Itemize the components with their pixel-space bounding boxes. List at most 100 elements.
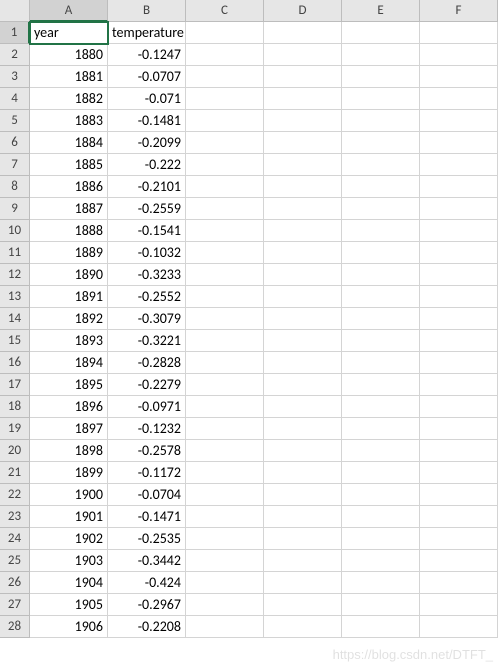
cell-A6[interactable]: 1884 (30, 132, 108, 154)
cell-D21[interactable] (264, 462, 342, 484)
cell-F19[interactable] (420, 418, 498, 440)
cell-C19[interactable] (186, 418, 264, 440)
cell-F25[interactable] (420, 550, 498, 572)
cell-D4[interactable] (264, 88, 342, 110)
cell-C14[interactable] (186, 308, 264, 330)
cell-D6[interactable] (264, 132, 342, 154)
cell-D7[interactable] (264, 154, 342, 176)
row-header-6[interactable]: 6 (0, 132, 30, 154)
cell-A18[interactable]: 1896 (30, 396, 108, 418)
cell-E25[interactable] (342, 550, 420, 572)
cell-D23[interactable] (264, 506, 342, 528)
cell-F26[interactable] (420, 572, 498, 594)
cell-F27[interactable] (420, 594, 498, 616)
cell-E17[interactable] (342, 374, 420, 396)
cell-A27[interactable]: 1905 (30, 594, 108, 616)
cell-F17[interactable] (420, 374, 498, 396)
cell-C24[interactable] (186, 528, 264, 550)
cell-A28[interactable]: 1906 (30, 616, 108, 638)
cell-C27[interactable] (186, 594, 264, 616)
row-header-20[interactable]: 20 (0, 440, 30, 462)
cell-B5[interactable]: -0.1481 (108, 110, 186, 132)
cell-F24[interactable] (420, 528, 498, 550)
cell-C10[interactable] (186, 220, 264, 242)
spreadsheet-grid[interactable]: ABCDEF1yeartemperature21880-0.124731881-… (0, 0, 501, 638)
row-header-2[interactable]: 2 (0, 44, 30, 66)
cell-C20[interactable] (186, 440, 264, 462)
column-header-D[interactable]: D (264, 0, 342, 22)
cell-B22[interactable]: -0.0704 (108, 484, 186, 506)
cell-A12[interactable]: 1890 (30, 264, 108, 286)
cell-B21[interactable]: -0.1172 (108, 462, 186, 484)
cell-F15[interactable] (420, 330, 498, 352)
cell-A16[interactable]: 1894 (30, 352, 108, 374)
cell-D28[interactable] (264, 616, 342, 638)
cell-A7[interactable]: 1885 (30, 154, 108, 176)
cell-A26[interactable]: 1904 (30, 572, 108, 594)
row-header-14[interactable]: 14 (0, 308, 30, 330)
cell-F8[interactable] (420, 176, 498, 198)
cell-A8[interactable]: 1886 (30, 176, 108, 198)
cell-D9[interactable] (264, 198, 342, 220)
row-header-16[interactable]: 16 (0, 352, 30, 374)
row-header-27[interactable]: 27 (0, 594, 30, 616)
cell-A15[interactable]: 1893 (30, 330, 108, 352)
cell-A24[interactable]: 1902 (30, 528, 108, 550)
cell-F5[interactable] (420, 110, 498, 132)
cell-F20[interactable] (420, 440, 498, 462)
row-header-9[interactable]: 9 (0, 198, 30, 220)
row-header-23[interactable]: 23 (0, 506, 30, 528)
cell-E10[interactable] (342, 220, 420, 242)
cell-E21[interactable] (342, 462, 420, 484)
cell-B3[interactable]: -0.0707 (108, 66, 186, 88)
cell-E3[interactable] (342, 66, 420, 88)
cell-E1[interactable] (342, 22, 420, 44)
cell-A22[interactable]: 1900 (30, 484, 108, 506)
cell-D19[interactable] (264, 418, 342, 440)
cell-A11[interactable]: 1889 (30, 242, 108, 264)
cell-D24[interactable] (264, 528, 342, 550)
cell-A23[interactable]: 1901 (30, 506, 108, 528)
select-all-corner[interactable] (0, 0, 30, 22)
cell-D1[interactable] (264, 22, 342, 44)
cell-D2[interactable] (264, 44, 342, 66)
cell-F3[interactable] (420, 66, 498, 88)
cell-E2[interactable] (342, 44, 420, 66)
row-header-19[interactable]: 19 (0, 418, 30, 440)
cell-C4[interactable] (186, 88, 264, 110)
cell-D25[interactable] (264, 550, 342, 572)
cell-F9[interactable] (420, 198, 498, 220)
cell-D27[interactable] (264, 594, 342, 616)
cell-B20[interactable]: -0.2578 (108, 440, 186, 462)
cell-C16[interactable] (186, 352, 264, 374)
cell-B25[interactable]: -0.3442 (108, 550, 186, 572)
cell-B13[interactable]: -0.2552 (108, 286, 186, 308)
column-header-C[interactable]: C (186, 0, 264, 22)
row-header-13[interactable]: 13 (0, 286, 30, 308)
cell-F6[interactable] (420, 132, 498, 154)
cell-B9[interactable]: -0.2559 (108, 198, 186, 220)
cell-B16[interactable]: -0.2828 (108, 352, 186, 374)
cell-E26[interactable] (342, 572, 420, 594)
cell-E23[interactable] (342, 506, 420, 528)
row-header-22[interactable]: 22 (0, 484, 30, 506)
cell-B15[interactable]: -0.3221 (108, 330, 186, 352)
cell-F12[interactable] (420, 264, 498, 286)
cell-A19[interactable]: 1897 (30, 418, 108, 440)
cell-C12[interactable] (186, 264, 264, 286)
cell-E16[interactable] (342, 352, 420, 374)
cell-C21[interactable] (186, 462, 264, 484)
cell-C23[interactable] (186, 506, 264, 528)
cell-A20[interactable]: 1898 (30, 440, 108, 462)
cell-B10[interactable]: -0.1541 (108, 220, 186, 242)
cell-E28[interactable] (342, 616, 420, 638)
cell-B11[interactable]: -0.1032 (108, 242, 186, 264)
cell-C22[interactable] (186, 484, 264, 506)
cell-D22[interactable] (264, 484, 342, 506)
cell-A21[interactable]: 1899 (30, 462, 108, 484)
cell-C6[interactable] (186, 132, 264, 154)
cell-C13[interactable] (186, 286, 264, 308)
cell-E9[interactable] (342, 198, 420, 220)
cell-D20[interactable] (264, 440, 342, 462)
cell-C17[interactable] (186, 374, 264, 396)
